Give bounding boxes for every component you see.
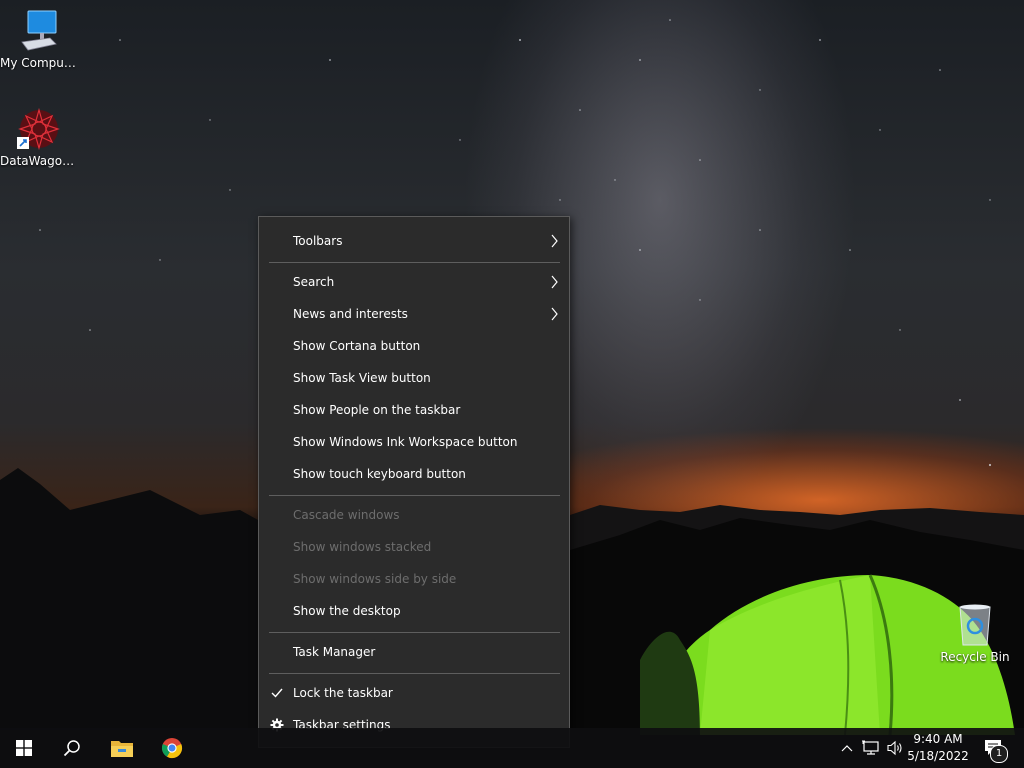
clock-time: 9:40 AM [913,732,963,746]
menu-item-show-touch-keyboard[interactable]: Show touch keyboard button [259,458,569,490]
tray-show-hidden-icons[interactable] [838,728,856,768]
desktop-icon-my-computer[interactable]: My Computer [0,8,78,70]
menu-separator [269,495,560,496]
menu-separator [269,632,560,633]
menu-item-label: Show Task View button [293,371,431,385]
desktop-icon-label: My Computer [0,56,78,70]
monitor-icon [16,8,62,54]
menu-item-show-windows-ink[interactable]: Show Windows Ink Workspace button [259,426,569,458]
taskbar-file-explorer[interactable] [98,728,146,768]
menu-item-label: Show windows stacked [293,540,432,554]
taskbar-context-menu: Toolbars Search News and interests Show … [258,216,570,748]
menu-item-show-windows-stacked: Show windows stacked [259,531,569,563]
menu-item-label: Cascade windows [293,508,400,522]
tray-network[interactable] [860,728,882,768]
menu-item-show-cortana-button[interactable]: Show Cortana button [259,330,569,362]
chevron-up-icon [841,745,853,752]
checkmark-icon [268,677,286,709]
menu-item-toolbars[interactable]: Toolbars [259,225,569,257]
taskbar-chrome[interactable] [148,728,196,768]
menu-item-search[interactable]: Search [259,266,569,298]
menu-separator [269,262,560,263]
menu-item-show-task-view-button[interactable]: Show Task View button [259,362,569,394]
chevron-right-icon [551,275,558,289]
network-icon [862,740,879,755]
menu-item-label: Show People on the taskbar [293,403,461,417]
menu-item-label: Task Manager [293,645,376,659]
windows-start-icon [16,740,32,756]
taskbar[interactable]: 9:40 AM 5/18/2022 1 [0,728,1024,768]
file-explorer-icon [111,741,133,757]
chevron-right-icon [551,234,558,248]
tray-clock[interactable]: 9:40 AM 5/18/2022 [903,731,973,765]
desktop-icon-datawagon[interactable]: DataWagon... [0,106,78,168]
desktop-icon-recycle-bin[interactable]: Recycle Bin [936,602,1014,664]
menu-item-task-manager[interactable]: Task Manager [259,636,569,668]
chevron-right-icon [551,307,558,321]
menu-item-news-and-interests[interactable]: News and interests [259,298,569,330]
search-icon [63,740,80,757]
menu-item-label: Search [293,275,335,289]
menu-item-label: Show touch keyboard button [293,467,466,481]
desktop-icon-label: Recycle Bin [940,650,1010,664]
action-center-button[interactable]: 1 [978,728,1010,768]
start-button[interactable] [0,728,48,768]
menu-item-label: Lock the taskbar [293,686,393,700]
menu-item-label: Show the desktop [293,604,401,618]
recycle-bin-icon [952,602,998,648]
menu-item-label: Toolbars [293,234,343,248]
notification-badge: 1 [990,745,1008,763]
datawagon-logo-icon [16,106,62,152]
menu-item-lock-the-taskbar[interactable]: Lock the taskbar [259,677,569,709]
volume-icon [887,740,902,756]
menu-item-label: Show windows side by side [293,572,457,586]
chrome-icon [161,738,183,759]
menu-item-show-people[interactable]: Show People on the taskbar [259,394,569,426]
menu-item-label: Show Cortana button [293,339,421,353]
menu-separator [269,673,560,674]
clock-date: 5/18/2022 [907,749,969,763]
menu-item-label: Show Windows Ink Workspace button [293,435,518,449]
desktop-icon-label: DataWagon... [0,154,78,168]
menu-item-show-the-desktop[interactable]: Show the desktop [259,595,569,627]
menu-item-show-windows-side-by-side: Show windows side by side [259,563,569,595]
menu-item-label: News and interests [293,307,408,321]
taskbar-search-button[interactable] [48,728,96,768]
menu-item-cascade-windows: Cascade windows [259,499,569,531]
